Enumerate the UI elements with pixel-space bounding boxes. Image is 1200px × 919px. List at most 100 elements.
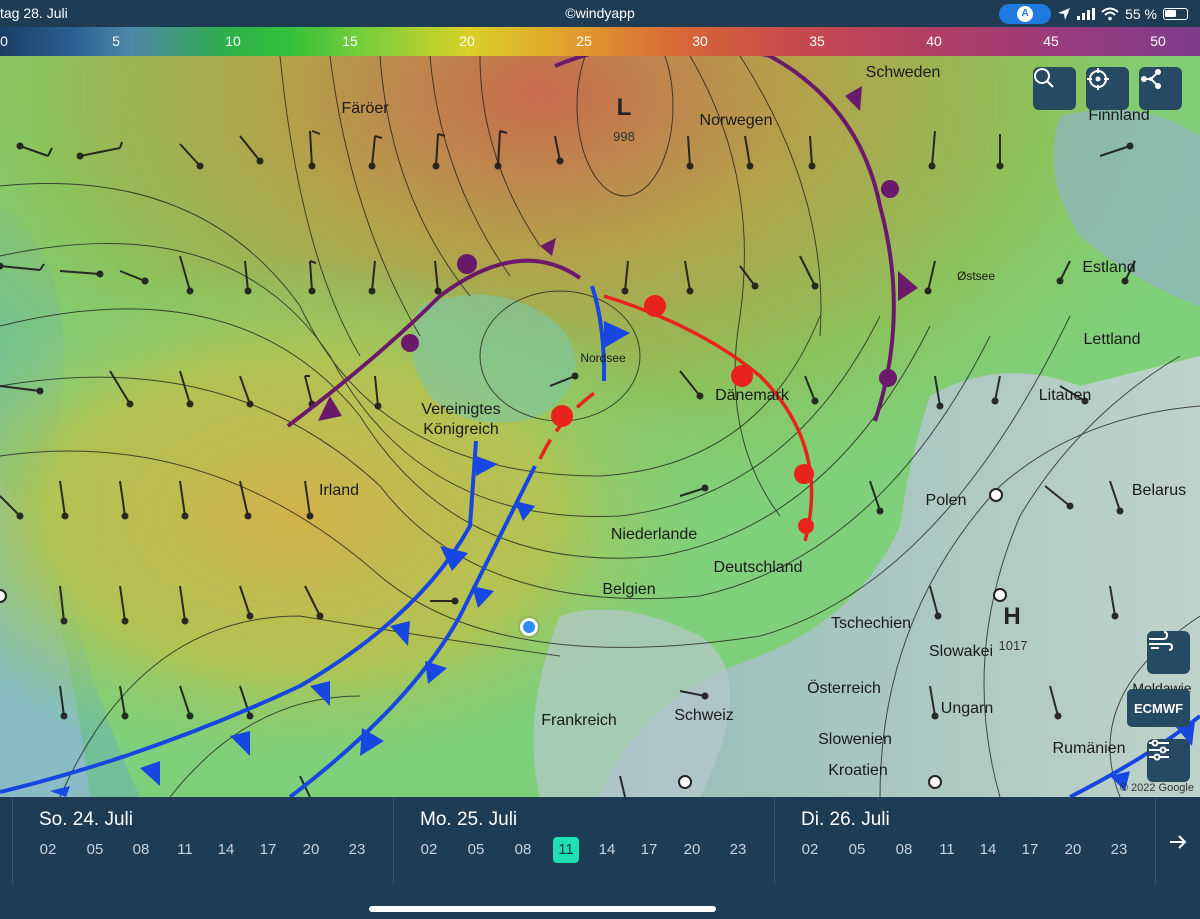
battery-icon [1163, 8, 1188, 20]
hour-button[interactable]: 20 [298, 837, 324, 863]
hour-button[interactable]: 20 [1060, 837, 1086, 863]
scale-label: 20 [459, 33, 475, 49]
scale-label: 0 [0, 33, 8, 49]
hour-button[interactable]: 14 [975, 837, 1001, 863]
wifi-icon [1101, 7, 1119, 21]
next-day-button[interactable] [1160, 827, 1196, 857]
arrow-right-icon [1170, 835, 1187, 849]
day-title: So. 24. Juli [39, 809, 133, 830]
country-label-faroer: Färöer [341, 100, 389, 117]
country-label-rumaenien: Rumänien [1052, 740, 1126, 757]
search-icon [1034, 68, 1054, 88]
share-icon [1141, 69, 1161, 89]
country-label-slowenien: Slowenien [818, 731, 892, 748]
day-title: Mo. 25. Juli [420, 809, 518, 830]
country-label-tschechien: Tschechien [830, 615, 912, 632]
hour-button[interactable]: 23 [1106, 837, 1132, 863]
status-bar: tag 28. Juli ©windyapp A 55 % [0, 0, 1200, 27]
high-pressure-letter: H [1003, 603, 1021, 630]
forecast-model-button[interactable]: ECMWF [1127, 689, 1190, 727]
wind-speed-scale: 0 5 10 15 20 25 30 35 40 45 50 [0, 27, 1200, 56]
hour-button[interactable]: 17 [636, 837, 662, 863]
map-copyright: © 2022 Google [1119, 782, 1194, 794]
weather-map[interactable]: Färöer Norwegen Schweden Finnland Estlan… [0, 56, 1200, 797]
country-label-slowakei: Slowakei [928, 643, 994, 660]
country-label-vereinigtes-koenigreich: Vereinigtes Königreich [421, 401, 501, 438]
hour-button[interactable]: 08 [891, 837, 917, 863]
scale-label: 15 [342, 33, 358, 49]
scale-label: 25 [576, 33, 592, 49]
country-label-kroatien: Kroatien [828, 762, 888, 779]
sea-label-ostsee: Østsee [956, 269, 996, 283]
hour-button[interactable]: 08 [510, 837, 536, 863]
hour-button-selected[interactable]: 11 [553, 837, 579, 863]
hour-button[interactable]: 02 [797, 837, 823, 863]
scale-label: 30 [692, 33, 708, 49]
country-label-niederlande: Niederlande [610, 526, 698, 543]
hour-button[interactable]: 11 [934, 837, 960, 863]
timeline-day: Di. 26. Juli 02 05 08 11 14 17 20 23 [774, 797, 1155, 884]
location-arrow-icon [1058, 8, 1071, 20]
scale-label: 10 [225, 33, 241, 49]
share-button[interactable] [1139, 67, 1182, 110]
scale-label: 50 [1150, 33, 1166, 49]
status-icons: A 55 % [999, 4, 1188, 24]
hour-button[interactable]: 05 [82, 837, 108, 863]
country-label-estland: Estland [1082, 259, 1136, 276]
hour-button[interactable]: 05 [844, 837, 870, 863]
wind-layer-icon [1149, 631, 1173, 651]
battery-percent: 55 % [1125, 6, 1157, 22]
filter-sliders-icon [1149, 739, 1169, 761]
sea-label-nordsee: Nordsee [580, 351, 626, 365]
hour-button[interactable]: 14 [594, 837, 620, 863]
hour-button[interactable]: 11 [172, 837, 198, 863]
hour-button[interactable]: 14 [213, 837, 239, 863]
location-badge: A [1017, 6, 1034, 22]
hour-button[interactable]: 23 [344, 837, 370, 863]
locate-me-button[interactable] [1086, 67, 1129, 110]
hour-button[interactable]: 02 [35, 837, 61, 863]
low-pressure-value: 998 [613, 129, 635, 144]
current-location-marker[interactable] [520, 618, 538, 636]
high-pressure-value: 1017 [998, 638, 1028, 653]
country-label-ungarn: Ungarn [940, 700, 994, 717]
country-label-schweden: Schweden [865, 64, 941, 81]
scale-label: 40 [926, 33, 942, 49]
day-divider [1155, 797, 1156, 884]
country-label-oesterreich: Österreich [807, 680, 881, 697]
country-label-norwegen: Norwegen [699, 112, 773, 129]
search-button[interactable] [1033, 67, 1076, 110]
settings-button[interactable] [1147, 739, 1190, 782]
home-indicator-area [0, 884, 1200, 919]
forecast-timeline[interactable]: So. 24. Juli 02 05 08 11 14 17 20 23 Mo.… [0, 797, 1200, 884]
country-label-daenemark: Dänemark [715, 387, 789, 404]
low-pressure-letter: L [616, 94, 632, 121]
scale-label: 45 [1043, 33, 1059, 49]
country-label-belgien: Belgien [602, 581, 656, 598]
home-indicator[interactable] [369, 906, 716, 912]
country-label-frankreich: Frankreich [541, 712, 617, 729]
hour-button[interactable]: 20 [679, 837, 705, 863]
wind-layer-button[interactable] [1147, 631, 1190, 674]
map-canvas[interactable] [0, 56, 1200, 797]
scale-label: 5 [112, 33, 120, 49]
hour-button[interactable]: 23 [725, 837, 751, 863]
hour-button[interactable]: 17 [1017, 837, 1043, 863]
windy-app: tag 28. Juli ©windyapp A 55 % 0 5 10 15 … [0, 0, 1200, 919]
country-label-lettland: Lettland [1083, 331, 1141, 348]
country-label-schweiz: Schweiz [674, 707, 734, 724]
hour-button[interactable]: 05 [463, 837, 489, 863]
country-label-irland: Irland [318, 482, 360, 499]
location-pill: A [999, 4, 1052, 24]
country-label-belarus: Belarus [1131, 482, 1187, 499]
hour-button[interactable]: 08 [128, 837, 154, 863]
country-label-polen: Polen [925, 492, 967, 509]
country-label-litauen: Litauen [1038, 387, 1092, 404]
signal-icon [1077, 8, 1096, 20]
scale-label: 35 [809, 33, 825, 49]
country-label-deutschland: Deutschland [713, 559, 803, 576]
hour-button[interactable]: 02 [416, 837, 442, 863]
hour-button[interactable]: 17 [255, 837, 281, 863]
crosshair-icon [1087, 68, 1109, 90]
timeline-day: Mo. 25. Juli 02 05 08 11 14 17 20 23 [393, 797, 774, 884]
